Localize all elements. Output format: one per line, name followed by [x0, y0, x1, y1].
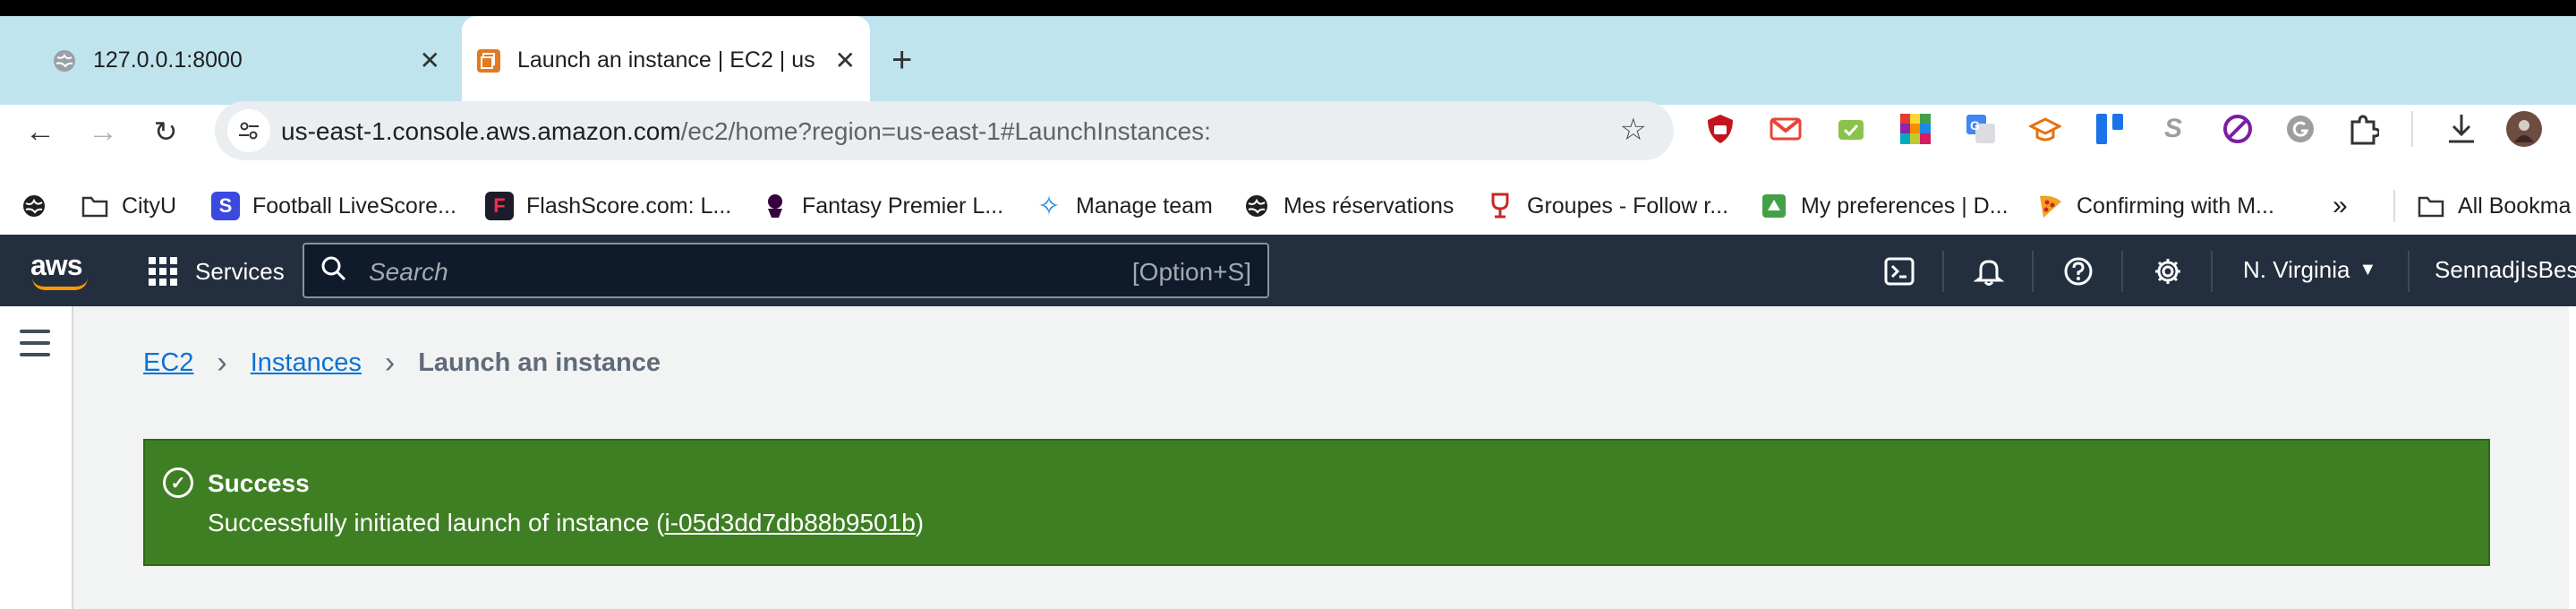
download-icon[interactable] — [2444, 111, 2479, 147]
toolbar-divider — [2411, 111, 2413, 147]
url-path: /ec2/home?region=us-east-1#LaunchInstanc… — [680, 117, 1211, 145]
new-tab-button[interactable]: + — [891, 16, 912, 105]
bookmark-globe[interactable] — [20, 186, 61, 226]
close-tab-icon[interactable]: ✕ — [835, 46, 856, 75]
close-tab-icon[interactable]: ✕ — [420, 46, 440, 75]
nav-divider — [2121, 251, 2123, 292]
bookmark-football-livescore[interactable]: S Football LiveScore... — [211, 186, 456, 226]
services-label: Services — [195, 257, 285, 285]
success-flash-banner: ✓ Success Successfully initiated launch … — [143, 439, 2490, 566]
nav-divider — [1942, 251, 1944, 292]
back-arrow-icon[interactable]: ← — [18, 109, 63, 154]
tab-strip: 127.0.0.1:8000 ✕ Launch an instance | EC… — [0, 16, 2576, 105]
bookmark-star-icon[interactable]: ☆ — [1620, 112, 1647, 148]
pizza-icon — [2035, 192, 2064, 220]
flash-message: Successfully initiated launch of instanc… — [208, 509, 924, 537]
folder-icon — [2417, 192, 2445, 220]
scholar-icon[interactable] — [2027, 111, 2063, 147]
cloudshell-icon[interactable] — [1881, 253, 1917, 289]
caret-down-icon: ▼ — [2358, 260, 2377, 279]
instance-id-link[interactable]: i-05d3dd7db88b9501b — [665, 509, 916, 536]
bookmark-fantasy-premier[interactable]: Fantasy Premier L... — [761, 186, 1003, 226]
reload-icon[interactable]: ↻ — [143, 109, 188, 154]
grid-icon — [149, 257, 177, 286]
bookmark-manage-team[interactable]: ✧ Manage team — [1035, 186, 1212, 226]
ublock-icon[interactable] — [1702, 111, 1738, 147]
tab-localhost[interactable]: 127.0.0.1:8000 ✕ — [27, 16, 440, 105]
profile-avatar[interactable] — [2506, 111, 2542, 147]
notifications-bell-icon[interactable] — [1971, 253, 2007, 289]
flash-message-suffix: ) — [915, 509, 925, 536]
globe-icon — [1242, 192, 1271, 220]
breadcrumb-ec2[interactable]: EC2 — [143, 348, 193, 378]
premier-league-icon — [761, 192, 789, 220]
tab-title: 127.0.0.1:8000 — [93, 47, 243, 73]
bookmarks-overflow-button[interactable]: » — [2333, 186, 2348, 226]
folder-icon — [81, 192, 109, 220]
nav-divider — [2211, 251, 2213, 292]
bookmark-my-preferences[interactable]: My preferences | D... — [1760, 186, 2009, 226]
flash-title: Success — [208, 469, 310, 497]
aws-ec2-icon — [476, 48, 501, 73]
bookmark-groupes[interactable]: Groupes - Follow r... — [1486, 186, 1728, 226]
url-host: us-east-1.console.aws.amazon.com — [281, 117, 681, 145]
bookmark-confirming[interactable]: Confirming with M... — [2035, 186, 2274, 226]
bookmark-all-bookmarks[interactable]: All Bookma — [2417, 186, 2571, 226]
account-menu[interactable]: SennadjIsBest — [2435, 256, 2576, 284]
block-icon[interactable] — [2220, 111, 2256, 147]
forward-arrow-icon[interactable]: → — [81, 109, 125, 154]
region-selector[interactable]: N. Virginia ▼ — [2243, 256, 2376, 284]
s-icon[interactable]: S — [2155, 111, 2191, 147]
screen-top-edge — [0, 0, 2576, 16]
flashscore-icon: F — [485, 192, 514, 220]
settings-gear-icon[interactable] — [2150, 253, 2186, 289]
palette-icon[interactable] — [1898, 111, 1933, 147]
translate-icon[interactable]: G — [1963, 111, 1999, 147]
svg-text:G: G — [1970, 118, 1980, 133]
bookmark-flashscore[interactable]: F FlashScore.com: L... — [485, 186, 731, 226]
region-label: N. Virginia — [2243, 256, 2350, 283]
globe-icon — [20, 192, 48, 220]
services-menu-button[interactable]: Services — [149, 253, 285, 289]
aws-search-input[interactable]: Search [Option+S] — [303, 243, 1269, 298]
search-shortcut: [Option+S] — [1131, 258, 1251, 286]
hamburger-menu-icon[interactable] — [20, 330, 50, 356]
flash-message-prefix: Successfully initiated launch of instanc… — [208, 509, 665, 536]
url-text[interactable]: us-east-1.console.aws.amazon.com/ec2/hom… — [281, 117, 1211, 146]
trophy-icon — [1486, 192, 1514, 220]
grammarly-icon[interactable] — [2282, 111, 2318, 147]
address-bar[interactable]: us-east-1.console.aws.amazon.com/ec2/hom… — [215, 101, 1674, 160]
breadcrumb-instances[interactable]: Instances — [251, 348, 362, 378]
breadcrumb-current: Launch an instance — [418, 348, 661, 377]
success-check-icon: ✓ — [163, 467, 193, 498]
tab-title: Launch an instance | EC2 | us — [517, 47, 815, 73]
globe-icon — [52, 48, 77, 73]
trello-icon[interactable] — [2093, 111, 2128, 147]
breadcrumb: EC2 › Instances › Launch an instance — [143, 346, 661, 381]
aws-logo-smile — [32, 278, 88, 290]
right-panel-edge — [2569, 306, 2576, 609]
preferences-icon — [1760, 192, 1788, 220]
puzzle-icon[interactable] — [2345, 111, 2381, 147]
gmail-icon[interactable] — [1768, 111, 1804, 147]
bookmarks-divider — [2393, 190, 2395, 222]
search-icon — [320, 255, 347, 289]
tasks-icon[interactable] — [1833, 111, 1869, 147]
tab-ec2-launch[interactable]: Launch an instance | EC2 | us ✕ — [462, 16, 870, 105]
chevron-right-icon: › — [384, 346, 396, 380]
help-icon[interactable] — [2060, 253, 2096, 289]
livescore-icon: S — [211, 192, 240, 220]
star-team-icon: ✧ — [1037, 191, 1061, 221]
nav-divider — [2032, 251, 2034, 292]
search-placeholder: Search — [369, 258, 448, 286]
bookmark-cityu[interactable]: CityU — [81, 186, 176, 226]
site-settings-icon[interactable] — [227, 109, 270, 152]
nav-divider — [2408, 251, 2410, 292]
chevron-right-icon: › — [217, 346, 227, 380]
bookmark-mes-reservations[interactable]: Mes réservations — [1242, 186, 1454, 226]
